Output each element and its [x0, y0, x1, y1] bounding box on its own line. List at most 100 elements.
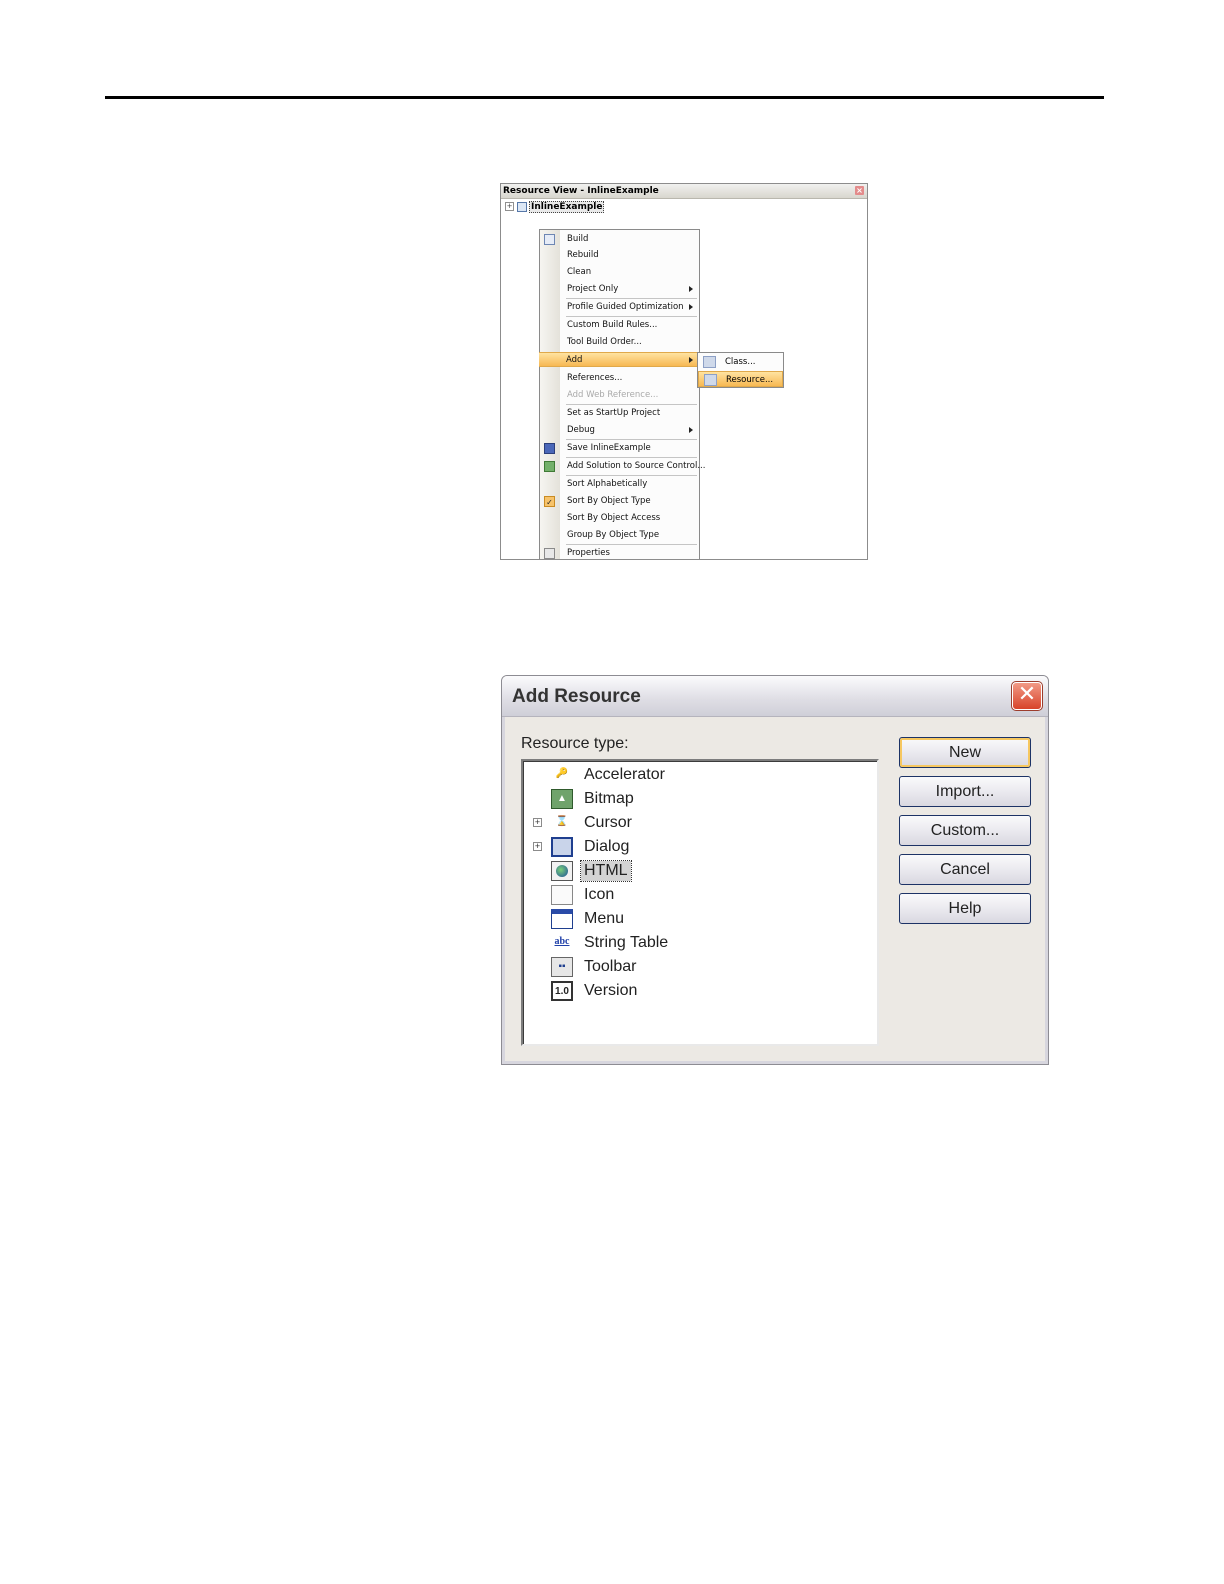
menu-item-project-only[interactable]: Project Only: [540, 282, 699, 297]
menu-item-label: Add Solution to Source Control...: [567, 461, 706, 471]
close-icon[interactable]: ×: [855, 186, 864, 195]
submenu-item-label: Class...: [725, 357, 756, 367]
menu-item-label: Rebuild: [567, 250, 599, 260]
menu-item-label: Save InlineExample: [567, 443, 651, 453]
list-item-label: Menu: [584, 910, 625, 927]
build-icon: [544, 234, 555, 245]
submenu-arrow-icon: [689, 357, 693, 363]
menu-item-label: Build: [567, 234, 589, 244]
resource-view-panel: Resource View - InlineExample × + Inline…: [500, 183, 868, 560]
dialog-title: Add Resource: [512, 686, 641, 707]
list-item-bitmap[interactable]: ▲ Bitmap: [523, 787, 877, 811]
menu-item-references[interactable]: References...: [540, 371, 699, 386]
submenu-item-label: Resource...: [726, 375, 774, 385]
menu-item-add[interactable]: Add: [539, 352, 699, 367]
list-item-html[interactable]: HTML: [523, 859, 877, 883]
list-item-label: Cursor: [584, 814, 633, 831]
menu-item-set-startup-project[interactable]: Set as StartUp Project: [540, 406, 699, 421]
expand-icon[interactable]: +: [505, 202, 514, 211]
list-item-label: HTML: [580, 860, 632, 882]
list-item-toolbar[interactable]: ▪▪ Toolbar: [523, 955, 877, 979]
menu-item-profile-guided-optimization[interactable]: Profile Guided Optimization: [540, 300, 699, 315]
menu-item-label: Set as StartUp Project: [567, 408, 661, 418]
help-button[interactable]: Help: [899, 893, 1031, 924]
menu-item-sort-by-object-access[interactable]: Sort By Object Access: [540, 511, 699, 526]
list-item-string-table[interactable]: abc String Table: [523, 931, 877, 955]
toolbar-icon: ▪▪: [551, 957, 573, 977]
menu-icon: [551, 909, 573, 929]
resource-view-titlebar: Resource View - InlineExample ×: [501, 184, 867, 199]
menu-item-label: Sort By Object Type: [567, 496, 651, 506]
list-item-label: Toolbar: [584, 958, 637, 975]
menu-item-label: Properties: [567, 548, 610, 558]
project-icon: [517, 201, 527, 212]
submenu-item-class[interactable]: Class...: [698, 354, 783, 370]
menu-separator: [566, 475, 697, 476]
list-item-version[interactable]: 1.0 Version: [523, 979, 877, 1003]
resource-type-list[interactable]: 🔑 Accelerator ▲ Bitmap + ⌛ Cursor + Dial…: [521, 759, 879, 1046]
add-submenu: Class... Resource...: [697, 352, 784, 388]
custom-button[interactable]: Custom...: [899, 815, 1031, 846]
list-item-menu[interactable]: Menu: [523, 907, 877, 931]
menu-separator: [566, 316, 697, 317]
page-header-rule: [105, 96, 1104, 99]
list-item-label: String Table: [584, 934, 669, 951]
project-label[interactable]: InlineExample: [529, 200, 605, 213]
list-item-icon[interactable]: Icon: [523, 883, 877, 907]
list-item-accelerator[interactable]: 🔑 Accelerator: [523, 763, 877, 787]
list-item-cursor[interactable]: + ⌛ Cursor: [523, 811, 877, 835]
add-resource-icon: [704, 374, 717, 386]
menu-item-add-to-source-control[interactable]: Add Solution to Source Control...: [540, 459, 705, 474]
menu-item-label: Custom Build Rules...: [567, 320, 658, 330]
menu-item-label: Add Web Reference...: [567, 390, 659, 400]
menu-item-add-web-reference: Add Web Reference...: [540, 388, 699, 403]
list-item-label: Bitmap: [584, 790, 634, 807]
import-button[interactable]: Import...: [899, 776, 1031, 807]
menu-item-label: Tool Build Order...: [567, 337, 642, 347]
menu-item-group-by-object-type[interactable]: Group By Object Type: [540, 528, 699, 543]
cancel-button[interactable]: Cancel: [899, 854, 1031, 885]
menu-item-label: Group By Object Type: [567, 530, 660, 540]
menu-separator: [566, 544, 697, 545]
close-icon[interactable]: ✕: [1011, 681, 1043, 711]
menu-item-label: Clean: [567, 267, 592, 277]
list-item-label: Accelerator: [584, 766, 665, 783]
checkmark-icon: ✓: [544, 496, 555, 507]
menu-item-custom-build-rules[interactable]: Custom Build Rules...: [540, 318, 699, 333]
resource-type-label: Resource type:: [521, 735, 629, 752]
list-item-dialog[interactable]: + Dialog: [523, 835, 877, 859]
menu-item-sort-alphabetically[interactable]: Sort Alphabetically: [540, 477, 699, 492]
icon-resource-icon: [551, 885, 573, 905]
save-icon: [544, 443, 555, 454]
dialog-titlebar: Add Resource ✕: [502, 676, 1048, 717]
list-item-label: Icon: [584, 886, 615, 903]
submenu-arrow-icon: [689, 427, 693, 433]
dialog-icon: [551, 837, 573, 857]
new-button[interactable]: New: [899, 737, 1031, 768]
menu-item-sort-by-object-type[interactable]: ✓ Sort By Object Type: [540, 494, 699, 509]
source-control-icon: [544, 461, 555, 472]
submenu-item-resource[interactable]: Resource...: [698, 371, 783, 387]
dialog-body: Resource type: 🔑 Accelerator ▲ Bitmap + …: [502, 717, 1048, 1064]
menu-item-save[interactable]: Save InlineExample: [540, 441, 699, 456]
menu-separator: [566, 457, 697, 458]
menu-item-label: Sort Alphabetically: [567, 479, 648, 489]
menu-item-properties[interactable]: Properties: [540, 546, 699, 559]
expand-icon[interactable]: +: [533, 818, 542, 827]
menu-item-debug[interactable]: Debug: [540, 423, 699, 438]
expand-icon[interactable]: +: [533, 842, 542, 851]
menu-separator: [566, 298, 697, 299]
menu-item-label: References...: [567, 373, 623, 383]
menu-item-build[interactable]: Build: [540, 232, 699, 247]
menu-item-clean[interactable]: Clean: [540, 265, 699, 280]
menu-separator: [566, 439, 697, 440]
add-class-icon: [703, 356, 716, 368]
menu-item-tool-build-order[interactable]: Tool Build Order...: [540, 335, 699, 350]
project-tree-node[interactable]: + InlineExample: [505, 200, 605, 213]
html-icon: [551, 861, 573, 881]
submenu-arrow-icon: [689, 304, 693, 310]
menu-item-label: Debug: [567, 425, 595, 435]
menu-item-label: Profile Guided Optimization: [567, 302, 684, 312]
string-table-icon: abc: [554, 936, 570, 947]
menu-item-rebuild[interactable]: Rebuild: [540, 248, 699, 263]
